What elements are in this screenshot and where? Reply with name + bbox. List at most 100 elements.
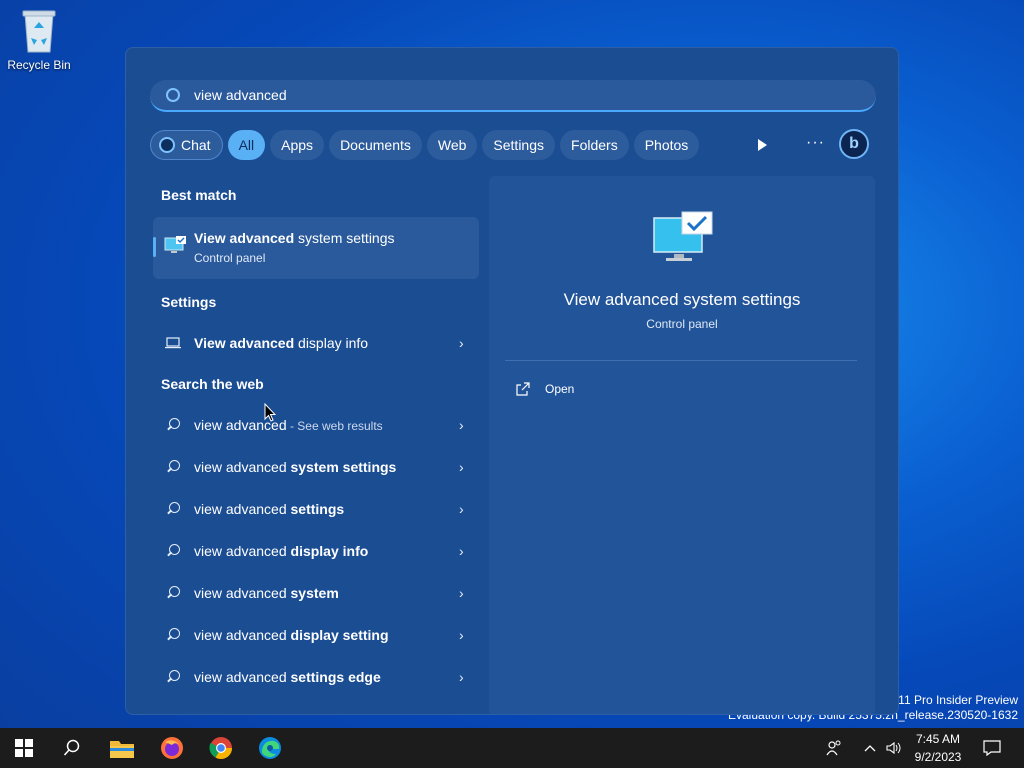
web-result-item[interactable]: view advanced system settings › bbox=[153, 447, 479, 487]
folder-icon bbox=[110, 741, 134, 758]
web-result-item[interactable]: view advanced display setting › bbox=[153, 615, 479, 655]
search-icon bbox=[166, 670, 180, 684]
recycle-bin-label: Recycle Bin bbox=[7, 58, 71, 72]
web-result-bold: settings edge bbox=[290, 669, 381, 685]
web-result-label: view advanced settings edge bbox=[193, 669, 459, 685]
open-external-icon bbox=[515, 381, 531, 397]
action-center-button[interactable] bbox=[972, 728, 1012, 768]
chevron-right-icon: › bbox=[459, 627, 464, 643]
settings-item-bold: View advanced bbox=[194, 335, 295, 351]
preview-divider bbox=[505, 360, 857, 361]
filter-documents[interactable]: Documents bbox=[329, 130, 422, 160]
web-result-item[interactable]: view advanced - See web results › bbox=[153, 405, 479, 445]
section-best-match: Best match bbox=[161, 187, 237, 203]
web-result-item[interactable]: view advanced settings › bbox=[153, 489, 479, 529]
bing-chat-icon bbox=[159, 137, 175, 153]
start-button[interactable] bbox=[0, 728, 48, 768]
taskbar: 7:45 AM 9/2/2023 bbox=[0, 728, 1024, 768]
firefox-button[interactable] bbox=[148, 728, 196, 768]
chevron-up-icon bbox=[864, 745, 876, 752]
edge-icon bbox=[259, 737, 281, 759]
more-filters-play-icon[interactable] bbox=[754, 138, 770, 152]
firefox-icon bbox=[161, 737, 183, 759]
filter-settings[interactable]: Settings bbox=[482, 130, 556, 160]
chevron-right-icon: › bbox=[459, 335, 464, 351]
mouse-cursor-icon bbox=[264, 402, 277, 423]
filter-chat[interactable]: Chat bbox=[150, 130, 223, 160]
chrome-button[interactable] bbox=[197, 728, 245, 768]
filter-apps[interactable]: Apps bbox=[270, 130, 325, 160]
web-result-label: view advanced display info bbox=[193, 543, 459, 559]
search-icon bbox=[166, 586, 180, 600]
chevron-right-icon: › bbox=[459, 585, 464, 601]
clock-date[interactable]: 9/2/2023 bbox=[912, 750, 964, 764]
search-filter-bar: Chat All Apps Documents Web Settings Fol… bbox=[150, 129, 704, 161]
settings-item-display-info[interactable]: View advanced display info › bbox=[153, 323, 479, 363]
chevron-right-icon: › bbox=[459, 417, 464, 433]
web-result-prefix: view advanced bbox=[194, 669, 291, 685]
web-result-suffix: - See web results bbox=[286, 419, 383, 433]
search-icon bbox=[166, 418, 180, 432]
settings-item-rest: display info bbox=[294, 335, 369, 351]
web-result-item[interactable]: view advanced settings edge › bbox=[153, 657, 479, 697]
web-result-label: view advanced - See web results bbox=[193, 417, 459, 433]
web-result-bold: display info bbox=[290, 543, 369, 559]
best-match-title: View advanced system settings bbox=[194, 230, 395, 246]
chevron-right-icon: › bbox=[459, 669, 464, 685]
taskbar-search-button[interactable] bbox=[48, 728, 96, 768]
section-settings: Settings bbox=[161, 294, 217, 310]
search-icon bbox=[166, 502, 180, 516]
clock-time[interactable]: 7:45 AM bbox=[912, 732, 964, 746]
search-glyph-icon bbox=[166, 88, 180, 102]
system-settings-icon bbox=[164, 235, 188, 255]
best-match-title-rest: system settings bbox=[294, 230, 395, 246]
web-result-bold: settings bbox=[290, 501, 345, 517]
search-box[interactable] bbox=[150, 80, 876, 112]
selection-accent bbox=[153, 237, 156, 257]
search-icon bbox=[166, 544, 180, 558]
search-input[interactable] bbox=[194, 87, 794, 103]
open-label: Open bbox=[545, 382, 575, 396]
filter-chat-label: Chat bbox=[181, 137, 211, 153]
show-hidden-icons-button[interactable] bbox=[858, 728, 882, 768]
volume-button[interactable] bbox=[882, 728, 906, 768]
web-result-label: view advanced display setting bbox=[193, 627, 459, 643]
preview-subtitle: Control panel bbox=[646, 317, 718, 331]
preview-title: View advanced system settings bbox=[563, 290, 801, 309]
edge-button[interactable] bbox=[246, 728, 294, 768]
web-result-item[interactable]: view advanced display info › bbox=[153, 531, 479, 571]
recycle-bin-shortcut[interactable]: Recycle Bin bbox=[4, 8, 74, 72]
filter-folders[interactable]: Folders bbox=[560, 130, 629, 160]
chrome-icon bbox=[209, 737, 232, 759]
start-search-panel: Chat All Apps Documents Web Settings Fol… bbox=[125, 47, 899, 715]
filter-all[interactable]: All bbox=[227, 130, 266, 160]
more-options-button[interactable]: ··· bbox=[806, 134, 825, 152]
best-match-item[interactable]: View advanced system settings Control pa… bbox=[153, 217, 479, 279]
web-result-bold: system settings bbox=[290, 459, 397, 475]
web-result-item[interactable]: view advanced system › bbox=[153, 573, 479, 613]
web-result-prefix: view advanced bbox=[194, 585, 291, 601]
notification-icon bbox=[983, 740, 1001, 756]
chevron-right-icon: › bbox=[459, 543, 464, 559]
people-button[interactable] bbox=[812, 728, 856, 768]
chevron-right-icon: › bbox=[459, 459, 464, 475]
search-icon bbox=[166, 460, 180, 474]
section-search-web: Search the web bbox=[161, 376, 264, 392]
web-result-bold: display setting bbox=[290, 627, 389, 643]
filter-photos[interactable]: Photos bbox=[633, 130, 700, 160]
open-action[interactable]: Open bbox=[515, 381, 574, 397]
web-result-prefix: view advanced bbox=[194, 501, 291, 517]
settings-item-label: View advanced display info bbox=[193, 335, 459, 351]
system-settings-large-icon bbox=[652, 210, 716, 264]
web-result-label: view advanced settings bbox=[193, 501, 459, 517]
speaker-icon bbox=[886, 741, 901, 755]
search-icon bbox=[166, 628, 180, 642]
recycle-bin-icon bbox=[19, 8, 59, 54]
web-result-prefix: view advanced bbox=[194, 627, 291, 643]
filter-web[interactable]: Web bbox=[426, 130, 478, 160]
chevron-right-icon: › bbox=[459, 501, 464, 517]
web-result-label: view advanced system bbox=[193, 585, 459, 601]
file-explorer-button[interactable] bbox=[98, 728, 146, 768]
bing-chat-button[interactable]: b bbox=[839, 129, 869, 159]
bing-logo-icon: b bbox=[849, 135, 859, 152]
